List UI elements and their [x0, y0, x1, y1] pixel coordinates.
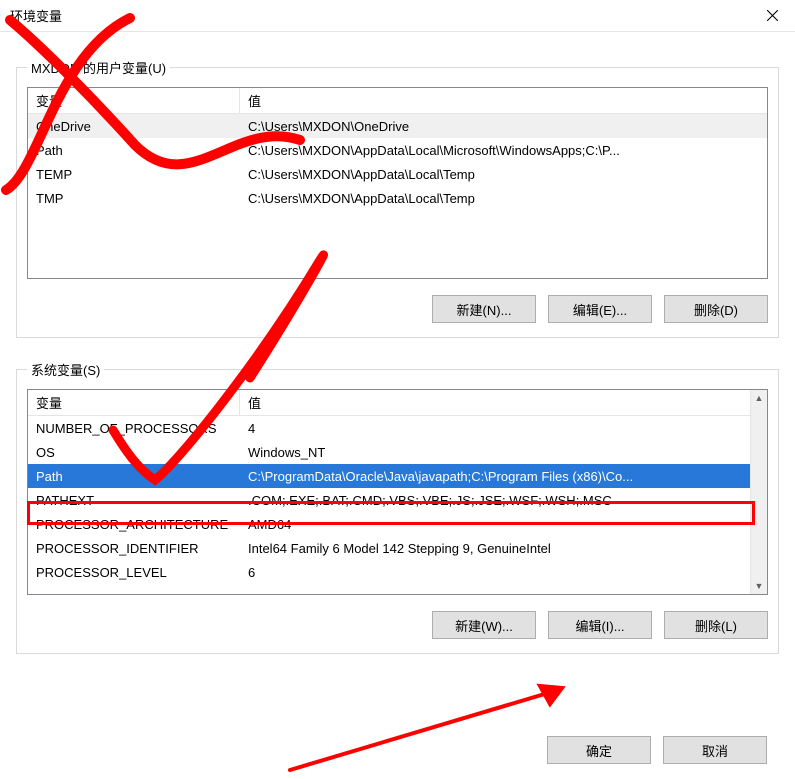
user-col-name[interactable]: 变量 [28, 88, 240, 113]
system-delete-button[interactable]: 删除(L) [664, 611, 768, 639]
scroll-down-icon[interactable]: ▼ [755, 578, 764, 594]
var-value: C:\Users\MXDON\AppData\Local\Microsoft\W… [240, 143, 767, 158]
var-value: C:\Users\MXDON\AppData\Local\Temp [240, 191, 767, 206]
system-buttons-row: 新建(W)... 编辑(I)... 删除(L) [27, 611, 768, 639]
table-row[interactable]: TEMPC:\Users\MXDON\AppData\Local\Temp [28, 162, 767, 186]
var-value: Windows_NT [240, 445, 767, 460]
var-name: TEMP [28, 167, 240, 182]
system-new-button[interactable]: 新建(W)... [432, 611, 536, 639]
var-name: PROCESSOR_LEVEL [28, 565, 240, 580]
var-value: C:\ProgramData\Oracle\Java\javapath;C:\P… [240, 469, 767, 484]
table-row[interactable]: PATHEXT.COM;.EXE;.BAT;.CMD;.VBS;.VBE;.JS… [28, 488, 767, 512]
table-row[interactable]: NUMBER_OF_PROCESSORS4 [28, 416, 767, 440]
user-variables-list[interactable]: 变量 值 OneDriveC:\Users\MXDON\OneDrivePath… [27, 87, 768, 279]
user-buttons-row: 新建(N)... 编辑(E)... 删除(D) [27, 295, 768, 323]
var-value: C:\Users\MXDON\OneDrive [240, 119, 767, 134]
close-button[interactable] [749, 0, 795, 32]
system-edit-button[interactable]: 编辑(I)... [548, 611, 652, 639]
system-col-value[interactable]: 值 [240, 390, 767, 415]
user-list-header: 变量 值 [28, 88, 767, 114]
dialog-buttons: 确定 取消 [0, 736, 795, 764]
var-name: PROCESSOR_ARCHITECTURE [28, 517, 240, 532]
var-value: 6 [240, 565, 767, 580]
table-row[interactable]: OneDriveC:\Users\MXDON\OneDrive [28, 114, 767, 138]
system-variables-list[interactable]: 变量 值 NUMBER_OF_PROCESSORS4OSWindows_NTPa… [27, 389, 768, 595]
var-value: Intel64 Family 6 Model 142 Stepping 9, G… [240, 541, 767, 556]
user-variables-group: MXDON 的用户变量(U) 变量 值 OneDriveC:\Users\MXD… [16, 58, 779, 338]
table-row[interactable]: PROCESSOR_LEVEL6 [28, 560, 767, 584]
user-edit-button[interactable]: 编辑(E)... [548, 295, 652, 323]
window-title: 环境变量 [10, 6, 62, 25]
table-row[interactable]: OSWindows_NT [28, 440, 767, 464]
ok-button[interactable]: 确定 [547, 736, 651, 764]
table-row[interactable]: TMPC:\Users\MXDON\AppData\Local\Temp [28, 186, 767, 210]
var-value: .COM;.EXE;.BAT;.CMD;.VBS;.VBE;.JS;.JSE;.… [240, 493, 767, 508]
user-delete-button[interactable]: 删除(D) [664, 295, 768, 323]
var-name: PROCESSOR_IDENTIFIER [28, 541, 240, 556]
var-name: TMP [28, 191, 240, 206]
table-row[interactable]: PathC:\ProgramData\Oracle\Java\javapath;… [28, 464, 767, 488]
var-name: NUMBER_OF_PROCESSORS [28, 421, 240, 436]
var-value: C:\Users\MXDON\AppData\Local\Temp [240, 167, 767, 182]
system-scrollbar[interactable]: ▲ ▼ [750, 390, 767, 594]
user-col-value[interactable]: 值 [240, 88, 767, 113]
table-row[interactable]: PathC:\Users\MXDON\AppData\Local\Microso… [28, 138, 767, 162]
close-icon [767, 10, 778, 21]
system-list-header: 变量 值 [28, 390, 767, 416]
var-value: 4 [240, 421, 767, 436]
user-new-button[interactable]: 新建(N)... [432, 295, 536, 323]
table-row[interactable]: PROCESSOR_ARCHITECTUREAMD64 [28, 512, 767, 536]
scroll-up-icon[interactable]: ▲ [755, 390, 764, 406]
var-name: PATHEXT [28, 493, 240, 508]
cancel-button[interactable]: 取消 [663, 736, 767, 764]
system-variables-group: 系统变量(S) 变量 值 NUMBER_OF_PROCESSORS4OSWind… [16, 360, 779, 654]
var-name: OneDrive [28, 119, 240, 134]
system-variables-legend: 系统变量(S) [27, 360, 104, 379]
titlebar: 环境变量 [0, 0, 795, 32]
var-value: AMD64 [240, 517, 767, 532]
user-variables-legend: MXDON 的用户变量(U) [27, 58, 170, 77]
table-row[interactable]: PROCESSOR_IDENTIFIERIntel64 Family 6 Mod… [28, 536, 767, 560]
var-name: Path [28, 469, 240, 484]
var-name: OS [28, 445, 240, 460]
system-col-name[interactable]: 变量 [28, 390, 240, 415]
var-name: Path [28, 143, 240, 158]
